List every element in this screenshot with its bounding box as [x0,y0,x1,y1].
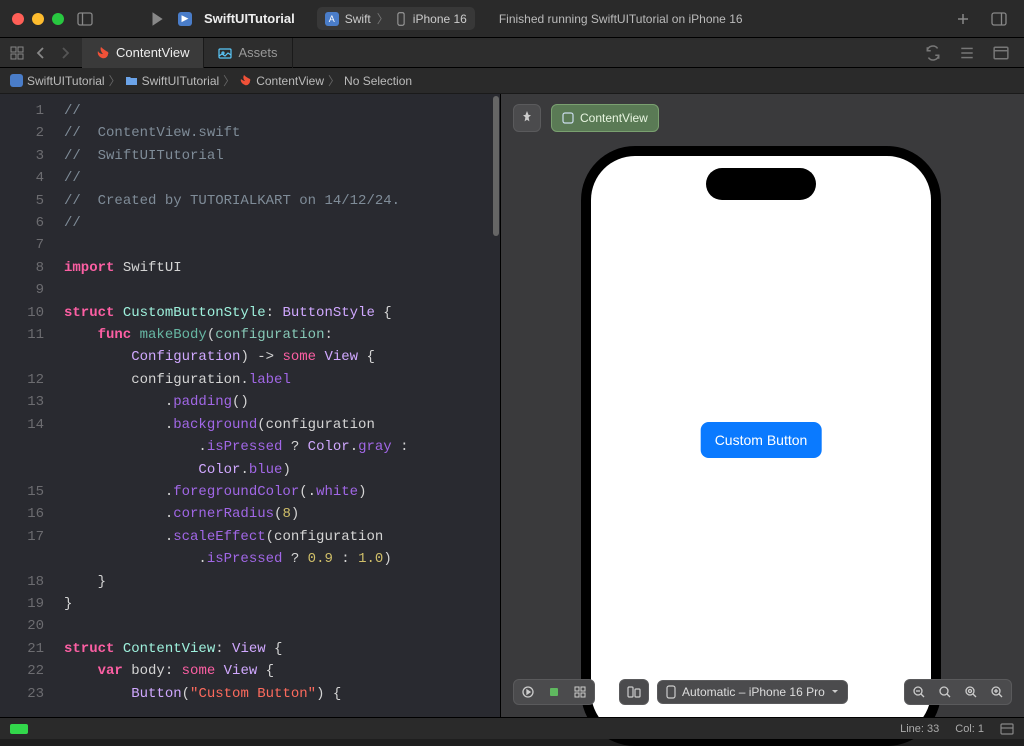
toggle-inspector-button[interactable] [986,6,1012,32]
minimize-window-button[interactable] [32,13,44,25]
chevron-down-icon [831,688,839,696]
device-icon [666,685,676,699]
assets-icon [218,46,232,60]
zoom-window-button[interactable] [52,13,64,25]
source-editor[interactable]: 1234567891011 121314 151617 181920212223… [0,94,500,717]
custom-button[interactable]: Custom Button [701,422,822,458]
zoom-out-button[interactable] [907,682,931,702]
zoom-actual-button[interactable] [933,682,957,702]
cursor-col[interactable]: Col: 1 [955,723,984,735]
main-split: 1234567891011 121314 151617 181920212223… [0,94,1024,717]
pin-preview-button[interactable] [513,104,541,132]
breadcrumb-symbol[interactable]: No Selection [344,74,412,88]
tab-contentview[interactable]: ContentView [82,38,204,68]
tab-label: Assets [238,45,277,60]
status-bar: Line: 33 Col: 1 [0,717,1024,739]
nav-forward-button[interactable] [54,42,76,64]
app-icon: ▶ [178,12,192,26]
build-indicator [10,724,28,734]
jump-bar[interactable]: SwiftUITutorial 〉 SwiftUITutorial 〉 Cont… [0,68,1024,94]
chevron-right-icon: 〉 [109,72,121,89]
tab-assets[interactable]: Assets [204,38,292,68]
device-settings-button[interactable] [622,682,646,702]
preview-device-selector[interactable]: Automatic – iPhone 16 Pro [657,680,848,704]
swift-file-icon [239,74,252,87]
preview-chip[interactable]: ContentView [551,104,659,132]
editor-scrollbar[interactable] [492,94,500,717]
close-window-button[interactable] [12,13,24,25]
selectable-preview-button[interactable] [542,682,566,702]
tab-label: ContentView [116,45,189,60]
editor-options-icon[interactable] [954,40,980,66]
zoom-fit-button[interactable] [959,682,983,702]
swift-file-icon [96,46,110,60]
scheme-app-icon: A [325,12,339,26]
pin-icon [521,111,533,125]
view-icon [562,112,574,124]
run-button[interactable] [144,6,170,32]
outline-icon[interactable] [1000,722,1014,736]
breadcrumb-group[interactable]: SwiftUITutorial [125,74,220,88]
preview-device-label: Automatic – iPhone 16 Pro [682,685,825,699]
code-content[interactable]: // // ContentView.swift // SwiftUITutori… [64,100,409,705]
live-preview-button[interactable] [516,682,540,702]
zoom-in-button[interactable] [985,682,1009,702]
breadcrumb-file[interactable]: ContentView [239,74,324,88]
toggle-navigator-button[interactable] [72,6,98,32]
titlebar: ▶ SwiftUITutorial A Swift 〉 iPhone 16 Fi… [0,0,1024,38]
device-screen[interactable]: Custom Button [591,156,931,736]
scheme-device-label: iPhone 16 [413,12,467,26]
refresh-icon[interactable] [920,40,946,66]
tab-bar: ContentView Assets [0,38,1024,68]
preview-chip-label: ContentView [580,111,648,125]
line-gutter: 1234567891011 121314 151617 181920212223 [0,100,56,705]
scheme-selector[interactable]: A Swift 〉 iPhone 16 [317,7,475,30]
folder-icon [125,74,138,87]
adjust-editor-icon[interactable] [988,40,1014,66]
chevron-right-icon: 〉 [223,72,235,89]
add-button[interactable] [950,6,976,32]
project-name: SwiftUITutorial [204,11,295,26]
project-icon [10,74,23,87]
preview-canvas: ContentView Custom Button Automatic – iP… [500,94,1024,717]
breadcrumb-project[interactable]: SwiftUITutorial [10,74,105,88]
variants-button[interactable] [568,682,592,702]
nav-back-button[interactable] [30,42,52,64]
device-frame: Custom Button [581,146,941,746]
scheme-app-label: Swift [345,12,371,26]
scrollbar-thumb[interactable] [493,96,499,236]
related-items-button[interactable] [6,42,28,64]
build-status: Finished running SwiftUITutorial on iPho… [499,12,743,26]
chevron-right-icon: 〉 [328,72,340,89]
device-icon [395,12,407,26]
window-controls [12,13,64,25]
cursor-line[interactable]: Line: 33 [900,723,939,735]
dynamic-island [706,168,816,200]
